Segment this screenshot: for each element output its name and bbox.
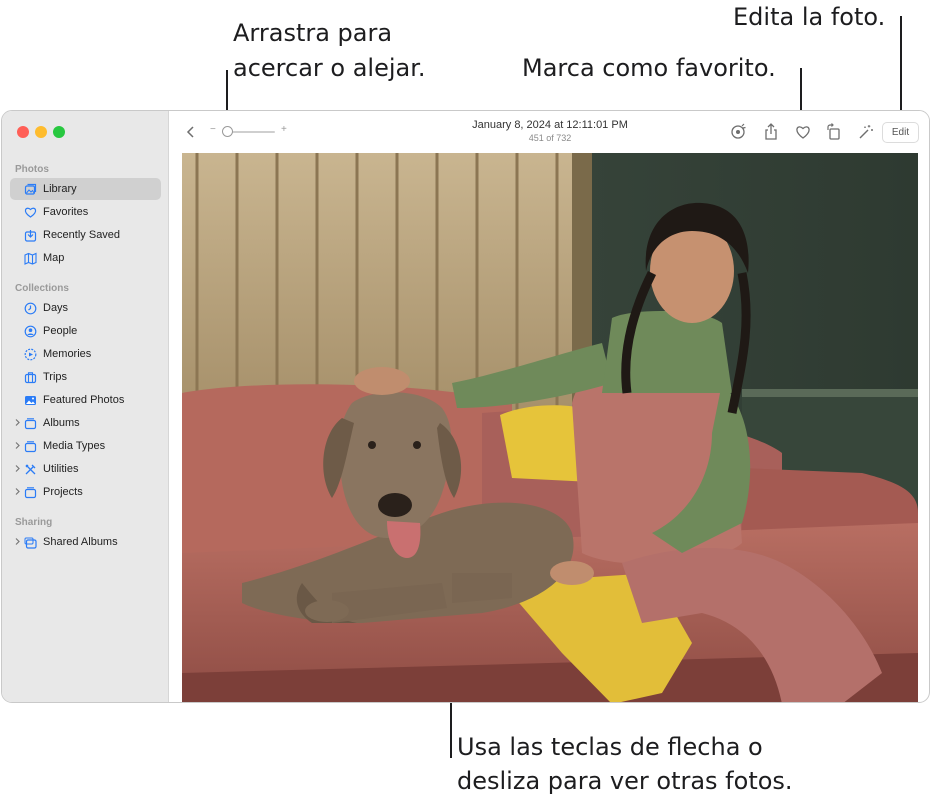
chevron-right-icon[interactable] [13,418,22,427]
sidebar-item-shared-albums[interactable]: Shared Albums [10,531,161,553]
sidebar-item-label: Days [43,302,69,314]
zoom-callout-line1: Arrastra para [233,19,393,47]
map-icon [24,252,37,265]
sidebar-item-label: Trips [43,371,68,383]
zoom-slider-knob[interactable] [222,126,233,137]
folder-icon [24,417,37,430]
zoom-in-label[interactable]: + [281,124,287,135]
toolbar: − + January 8, 2024 at 12:11:01 PM 451 o… [169,111,929,153]
close-window-button[interactable] [17,126,29,138]
sidebar-item-label: Memories [43,348,92,360]
sidebar-item-people[interactable]: People [10,320,161,342]
heart-icon [24,206,37,219]
sidebar-item-albums[interactable]: Albums [10,412,161,434]
photo-position-count: 451 of 732 [528,133,572,143]
sidebar-item-days[interactable]: Days [10,297,161,319]
edit-callout-pointer [900,16,902,124]
edit-button[interactable]: Edit [882,122,919,143]
sidebar-item-label: Featured Photos [43,394,125,406]
share-icon[interactable] [761,122,781,142]
suitcase-icon [24,371,37,384]
rotate-icon[interactable] [824,122,844,142]
back-icon[interactable] [181,122,201,142]
sidebar-item-trips[interactable]: Trips [10,366,161,388]
chevron-right-icon[interactable] [13,487,22,496]
sidebar-item-media-types[interactable]: Media Types [10,435,161,457]
photo-date: January 8, 2024 at 12:11:01 PM [472,119,628,131]
sidebar-item-memories[interactable]: Memories [10,343,161,365]
sidebar-item-label: Projects [43,486,83,498]
folder-icon [24,440,37,453]
main-photo[interactable] [182,153,918,702]
sidebar-item-projects[interactable]: Projects [10,481,161,503]
favorite-heart-icon[interactable] [793,122,813,142]
zoom-slider[interactable] [227,131,275,133]
shared-albums-icon [24,536,37,549]
sidebar-item-label: Media Types [43,440,106,452]
navigate-callout-line1: Usa las teclas de flecha o [457,733,763,761]
section-title-collections: Collections [15,283,69,294]
sidebar-item-label: Favorites [43,206,89,218]
chevron-right-icon[interactable] [13,464,22,473]
photos-window: Photos Library Favorites Recently Saved … [1,110,930,703]
sidebar-item-label: Albums [43,417,80,429]
navigate-callout-line2: desliza para ver otras fotos. [457,767,793,795]
enhance-wand-icon[interactable] [856,122,876,142]
folder-icon [24,486,37,499]
sidebar-item-recently-saved[interactable]: Recently Saved [10,224,161,246]
zoom-out-label[interactable]: − [210,124,216,135]
zoom-callout-line2: acercar o alejar. [233,54,426,82]
sidebar-item-label: Utilities [43,463,79,475]
zoom-window-button[interactable] [53,126,65,138]
sidebar-item-featured-photos[interactable]: Featured Photos [10,389,161,411]
clock-icon [24,302,37,315]
minimize-window-button[interactable] [35,126,47,138]
sidebar: Photos Library Favorites Recently Saved … [2,111,169,702]
edit-callout: Edita la foto. [733,3,886,31]
chevron-right-icon[interactable] [13,441,22,450]
favorite-callout: Marca como favorito. [522,54,776,82]
sidebar-item-label: People [43,325,78,337]
sidebar-item-label: Recently Saved [43,229,121,241]
sidebar-item-utilities[interactable]: Utilities [10,458,161,480]
sidebar-item-label: Shared Albums [43,536,118,548]
sidebar-item-map[interactable]: Map [10,247,161,269]
sidebar-item-favorites[interactable]: Favorites [10,201,161,223]
section-title-sharing: Sharing [15,517,53,528]
chevron-right-icon[interactable] [13,537,22,546]
sidebar-item-library[interactable]: Library [10,178,161,200]
library-icon [24,183,37,196]
person-icon [24,325,37,338]
photo-icon [24,394,37,407]
visual-lookup-icon[interactable] [728,122,748,142]
sidebar-item-label: Map [43,252,65,264]
memories-icon [24,348,37,361]
tools-icon [24,463,37,476]
section-title-photos: Photos [15,164,49,175]
download-icon [24,229,37,242]
sidebar-item-label: Library [43,183,77,195]
